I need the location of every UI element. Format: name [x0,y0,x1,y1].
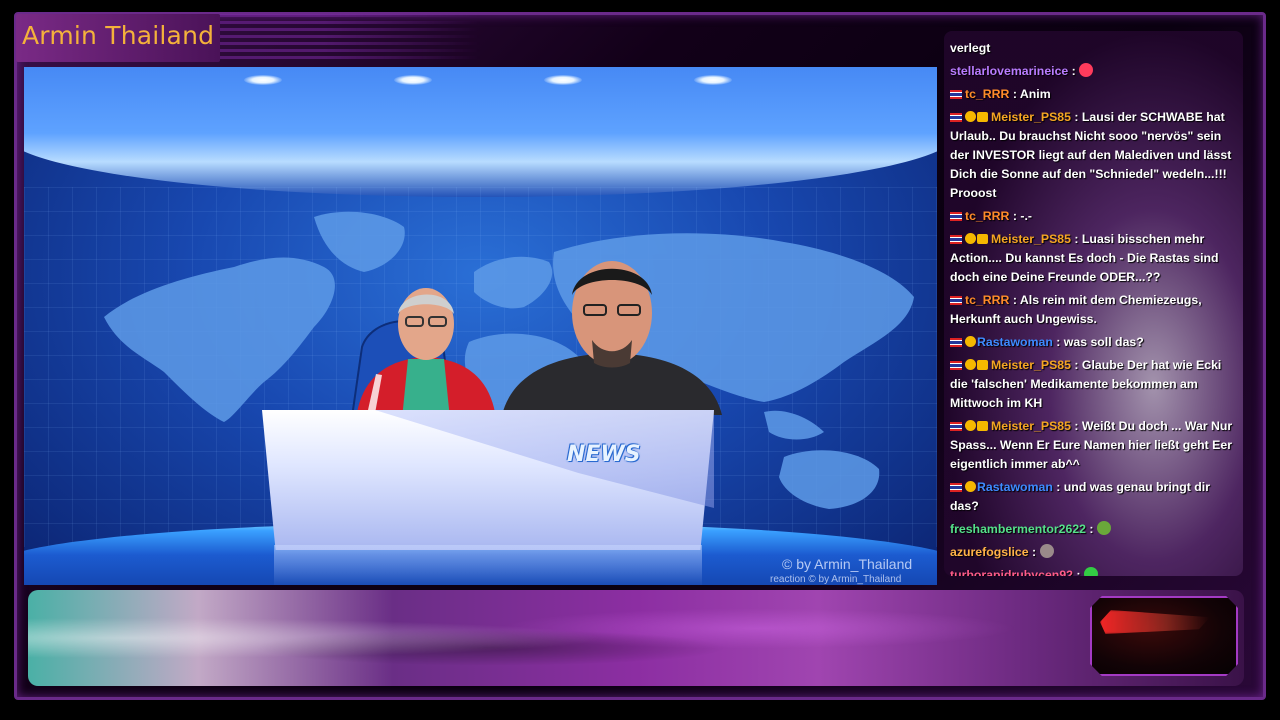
chat-username[interactable]: tc_RRR [965,87,1009,101]
chat-message: Meister_PS85 : Weißt Du doch ... War Nur… [950,417,1240,474]
chat-message: Rastawoman : was soll das? [950,333,1240,352]
subscriber-badge-icon [965,336,976,347]
chat-message: freshambermentor2622 : [950,520,1240,539]
thailand-flag-icon [950,338,962,347]
chat-message: turborapidrubycen92 : [950,566,1240,576]
chat-separator: : [1070,358,1082,372]
thailand-flag-icon [950,296,962,305]
crown-badge-icon [977,112,988,122]
chat-username[interactable]: Meister_PS85 [991,232,1071,246]
chat-separator: : [1073,568,1084,576]
crown-badge-icon [977,234,988,244]
chat-emote-icon [1039,544,1054,558]
chat-text: was soll das? [1063,335,1144,349]
chat-emote-icon [1079,63,1094,77]
chat-message: azurefogslice : [950,543,1240,562]
chat-messages: verlegt stellarlovemarineice : tc_RRR : A… [950,31,1240,576]
chat-emote-icon [1096,521,1111,535]
subscriber-badge-icon [965,359,976,370]
webcam-preview [1090,596,1238,676]
chat-separator: : [1028,545,1040,559]
chat-message: Rastawoman : und was genau bringt dir da… [950,478,1240,516]
chat-separator: : [1009,293,1020,307]
news-desk-reflection [274,545,702,585]
chat-message: Meister_PS85 : Glaube Der hat wie Ecki d… [950,356,1240,413]
host-person-right [502,261,722,415]
thailand-flag-icon [950,113,962,122]
crown-badge-icon [977,421,988,431]
chat-username[interactable]: azurefogslice [950,545,1029,559]
subscriber-badge-icon [965,111,976,122]
chat-text: Anim [1019,87,1051,101]
ceiling-light [694,75,732,85]
chat-panel: verlegt stellarlovemarineice : tc_RRR : A… [944,31,1243,576]
subscriber-badge-icon [965,481,976,492]
chat-username[interactable]: Meister_PS85 [991,110,1071,124]
chat-username[interactable]: turborapidrubycen92 [950,568,1073,576]
chat-message: tc_RRR : -.- [950,207,1240,226]
chat-separator: : [1070,419,1082,433]
title-stripes [220,14,480,62]
chat-text: verlegt [950,41,991,55]
watermark: © by Armin_Thailand [782,556,913,572]
chat-message: stellarlovemarineice : [950,62,1240,81]
thailand-flag-icon [950,90,962,99]
ceiling-light [394,75,432,85]
chat-separator: : [1070,232,1082,246]
ceiling-light [244,75,282,85]
chat-username[interactable]: freshambermentor2622 [950,522,1086,536]
chat-message: verlegt [950,39,1240,58]
thailand-flag-icon [950,235,962,244]
chat-separator: : [1052,480,1064,494]
chat-message: tc_RRR : Als rein mit dem Chemiezeugs, H… [950,291,1240,329]
chat-separator: : [1070,110,1082,124]
ceiling-light [544,75,582,85]
chat-separator: : [1086,522,1097,536]
chat-message: Meister_PS85 : Luasi bisschen mehr Actio… [950,230,1240,287]
thailand-flag-icon [950,212,962,221]
chat-username[interactable]: Rastawoman [977,480,1053,494]
chat-username[interactable]: tc_RRR [965,209,1009,223]
subscriber-badge-icon [965,233,976,244]
chat-username[interactable]: Rastawoman [977,335,1053,349]
video-feed: NEWS © by Armin_Thailand reaction © by A… [24,67,937,585]
chat-separator: : [1009,209,1021,223]
chat-username[interactable]: Meister_PS85 [991,419,1071,433]
chat-separator: : [1068,64,1080,78]
chat-username[interactable]: stellarlovemarineice [950,64,1068,78]
chat-separator: : [1052,335,1064,349]
thailand-flag-icon [950,361,962,370]
crown-badge-icon [977,360,988,370]
chat-username[interactable]: Meister_PS85 [991,358,1071,372]
bottom-banner-clouds [28,590,1244,686]
chat-username[interactable]: tc_RRR [965,293,1009,307]
chat-text: -.- [1020,209,1032,223]
chat-separator: : [1009,87,1020,101]
watermark-small: reaction © by Armin_Thailand [770,574,902,585]
host-person-left [356,288,496,419]
news-desk-label: NEWS [567,442,641,467]
thailand-flag-icon [950,483,962,492]
studio-ceiling [24,67,937,197]
thailand-flag-icon [950,422,962,431]
stream-title: Armin Thailand [22,21,215,50]
chat-message: tc_RRR : Anim [950,85,1240,104]
chat-emote-icon [1083,567,1098,576]
subscriber-badge-icon [965,420,976,431]
chat-message: Meister_PS85 : Lausi der SCHWABE hat Url… [950,108,1240,203]
